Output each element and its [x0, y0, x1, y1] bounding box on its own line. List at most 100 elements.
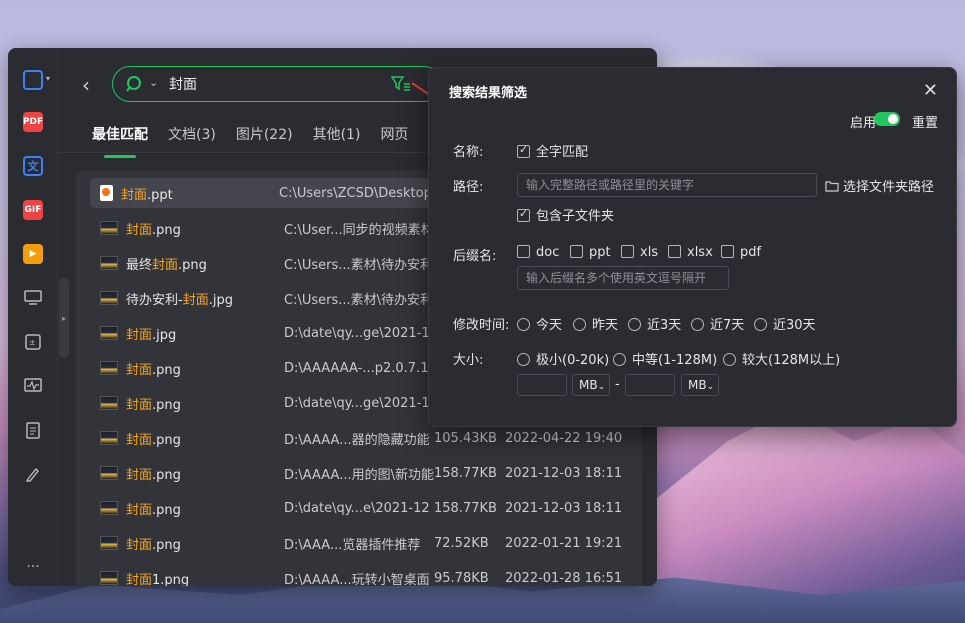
ext-xls-label: xls — [640, 245, 659, 260]
reset-button[interactable]: 重置 — [912, 112, 938, 131]
ext-xlsx-checkbox[interactable] — [668, 245, 681, 258]
ext-pdf-option[interactable]: pdf — [721, 245, 761, 260]
ext-ppt-label: ppt — [589, 245, 611, 260]
mtime-yesterday-option[interactable]: 昨天 — [573, 314, 618, 333]
gif-tool-icon[interactable]: GIF — [23, 200, 43, 220]
back-button[interactable]: ‹ — [82, 74, 104, 98]
more-icon[interactable]: ... — [23, 553, 43, 573]
result-row[interactable]: 封面.png D:\date\qy...e\2021-12 158.77KB 2021… — [90, 493, 635, 523]
size-small-option[interactable]: 极小(0-20k) — [517, 349, 609, 368]
file-path: C:\Users...素材\待办安利 — [284, 257, 434, 273]
image-thumbnail-icon — [100, 536, 118, 550]
size-label: 大小: — [453, 353, 484, 368]
result-row[interactable]: 封面.png D:\AAA...览器插件推荐 72.52KB 2022-01-21 1… — [90, 528, 635, 558]
file-size: 105.43KB — [434, 430, 497, 446]
filter-icon[interactable] — [391, 76, 411, 92]
mtime-yesterday-radio[interactable] — [573, 318, 586, 331]
size-medium-option[interactable]: 中等(1-128M) — [613, 349, 717, 368]
mtime-7days-label: 近7天 — [710, 318, 745, 333]
include-subfolder-checkbox[interactable] — [517, 207, 530, 222]
file-path: D:\AAAA...用的图\新功能 — [284, 467, 434, 483]
mtime-today-option[interactable]: 今天 — [517, 314, 562, 333]
ext-doc-checkbox[interactable] — [517, 245, 530, 258]
mtime-30days-option[interactable]: 近30天 — [754, 314, 816, 333]
ext-ppt-checkbox[interactable] — [570, 245, 583, 258]
tab-documents[interactable]: 文档(3) — [168, 124, 216, 154]
file-name-rest: 1.png — [152, 572, 190, 587]
mtime-30days-radio[interactable] — [754, 318, 767, 331]
ext-xls-checkbox[interactable] — [621, 245, 634, 258]
ext-ppt-option[interactable]: ppt — [570, 245, 611, 260]
size-range-dash: - — [615, 377, 620, 392]
sidebar-collapse-handle[interactable]: ▸ — [59, 278, 69, 358]
choose-folder-button[interactable]: 选择文件夹路径 — [825, 176, 934, 195]
screenshot-icon[interactable] — [23, 70, 43, 90]
size-max-unit-select[interactable]: MB⌄ — [681, 374, 719, 396]
ext-xlsx-option[interactable]: xlsx — [668, 245, 713, 260]
search-icon[interactable] — [125, 75, 143, 93]
ext-input[interactable] — [517, 266, 729, 290]
tab-best-match[interactable]: 最佳匹配 — [92, 124, 148, 158]
size-small-radio[interactable] — [517, 353, 530, 366]
search-box[interactable]: ⌄ — [112, 66, 442, 102]
mtime-30days-label: 近30天 — [773, 318, 816, 333]
ext-doc-label: doc — [536, 245, 560, 260]
search-mode-chevron-icon[interactable]: ⌄ — [149, 76, 158, 89]
file-name-match: 封面 — [126, 502, 153, 518]
file-name: 封面.png — [126, 359, 284, 378]
image-thumbnail-icon — [100, 501, 118, 515]
performance-icon[interactable] — [23, 376, 43, 396]
result-row[interactable]: 封面.png D:\AAAA...用的图\新功能 158.77KB 2021-12-0… — [90, 458, 635, 488]
file-name-match: 封面 — [152, 257, 179, 273]
result-row[interactable]: 封面.png D:\AAAA...器的隐藏功能 105.43KB 2022-04-22… — [90, 423, 635, 453]
pen-icon[interactable] — [23, 464, 43, 484]
file-name-match: 封面 — [126, 467, 153, 483]
ext-xls-option[interactable]: xls — [621, 245, 658, 260]
close-icon[interactable]: ✕ — [923, 80, 938, 101]
full-match-checkbox[interactable] — [517, 143, 530, 158]
pdf-tool-icon[interactable]: PDF — [23, 112, 43, 132]
mtime-7days-option[interactable]: 近7天 — [691, 314, 744, 333]
search-input[interactable] — [169, 73, 369, 95]
tab-web[interactable]: 网页 — [380, 124, 408, 154]
video-record-icon[interactable]: ▶ — [23, 244, 43, 264]
full-match-option[interactable]: 全字匹配 — [517, 141, 588, 160]
result-row[interactable]: 封面1.png D:\AAAA...玩转小智桌面 95.78KB 2022-01-28… — [90, 563, 635, 586]
mtime-3days-option[interactable]: 近3天 — [628, 314, 681, 333]
file-date: 2022-04-22 19:40 — [505, 430, 623, 446]
size-medium-radio[interactable] — [613, 353, 626, 366]
tab-images[interactable]: 图片(22) — [236, 124, 293, 154]
size-min-unit-select[interactable]: MB⌄ — [572, 374, 610, 396]
path-input[interactable] — [517, 173, 817, 197]
svg-text:±: ± — [29, 338, 36, 347]
translate-icon[interactable]: 文 — [23, 156, 43, 176]
mtime-label: 修改时间: — [453, 318, 510, 333]
file-name-rest: .png — [152, 467, 181, 483]
enable-toggle[interactable] — [874, 112, 900, 126]
size-large-option[interactable]: 较大(128M以上) — [723, 349, 840, 368]
file-name-match: 封面 — [121, 187, 148, 203]
mtime-3days-radio[interactable] — [628, 318, 641, 331]
ext-doc-option[interactable]: doc — [517, 245, 559, 260]
mtime-7days-radio[interactable] — [691, 318, 704, 331]
file-name-match: 封面 — [182, 292, 209, 308]
size-min-input[interactable] — [517, 374, 567, 396]
size-min-unit-label: MB — [579, 378, 598, 392]
tab-other[interactable]: 其他(1) — [313, 124, 361, 154]
file-name-match: 封面 — [126, 432, 153, 448]
notes-icon[interactable] — [23, 420, 43, 440]
calculator-icon[interactable]: ± — [23, 332, 43, 352]
size-large-radio[interactable] — [723, 353, 736, 366]
image-thumbnail-icon — [100, 466, 118, 480]
ext-pdf-checkbox[interactable] — [721, 245, 734, 258]
file-name: 封面.png — [126, 394, 284, 413]
chevron-down-icon: ⌄ — [706, 382, 715, 392]
ppt-file-icon — [100, 185, 113, 201]
include-subfolder-option[interactable]: 包含子文件夹 — [517, 205, 614, 224]
monitor-icon[interactable] — [23, 288, 43, 308]
file-name-match: 封面 — [126, 222, 153, 238]
mtime-today-radio[interactable] — [517, 318, 530, 331]
size-max-input[interactable] — [625, 374, 675, 396]
chevron-down-icon[interactable]: ▾ — [46, 74, 50, 83]
ext-label: 后缀名: — [453, 249, 497, 264]
